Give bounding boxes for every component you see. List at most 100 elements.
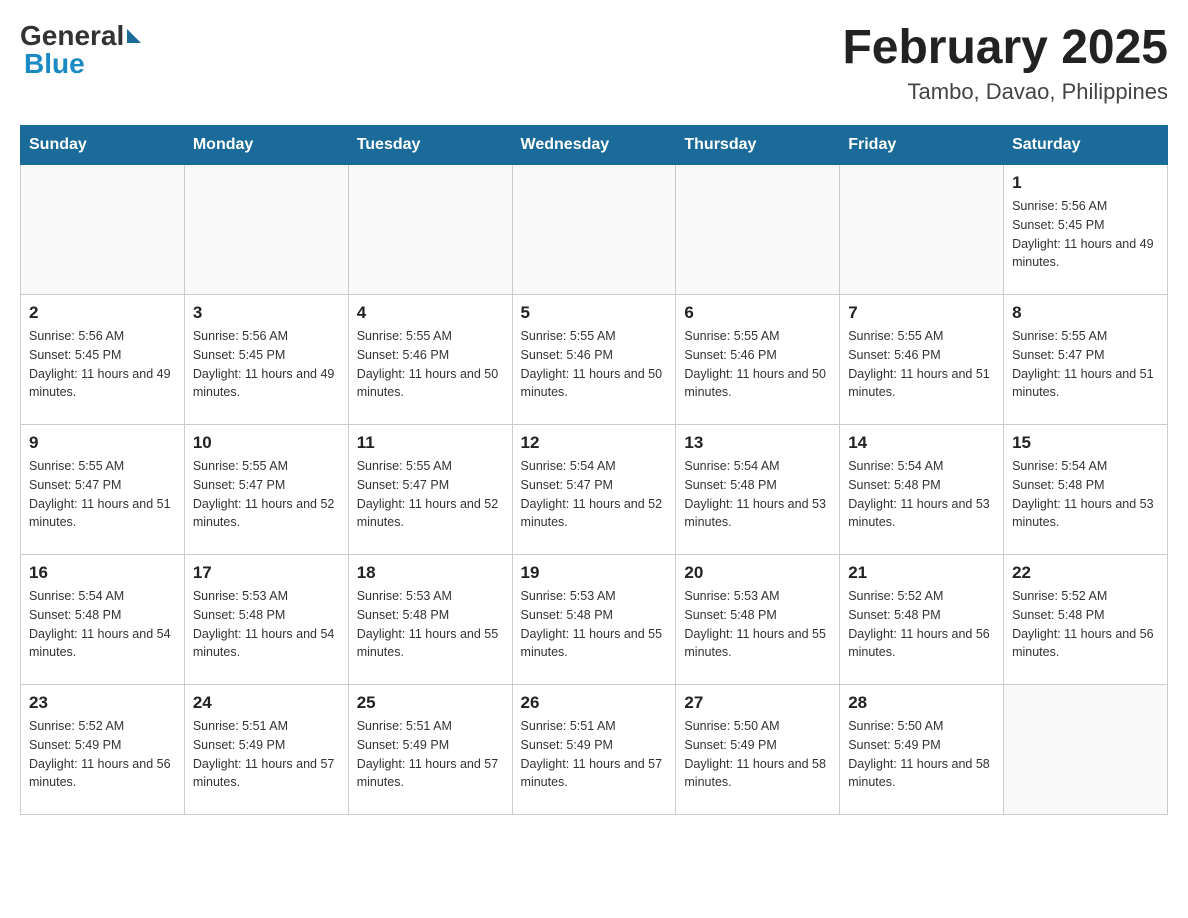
- day-info: Sunrise: 5:55 AM Sunset: 5:46 PM Dayligh…: [848, 327, 995, 402]
- calendar-week-row: 23 Sunrise: 5:52 AM Sunset: 5:49 PM Dayli…: [21, 685, 1168, 815]
- calendar-cell: 23 Sunrise: 5:52 AM Sunset: 5:49 PM Dayli…: [21, 685, 185, 815]
- logo-blue-text: Blue: [20, 48, 85, 80]
- calendar-cell: [512, 165, 676, 295]
- calendar-cell: 9 Sunrise: 5:55 AM Sunset: 5:47 PM Daylig…: [21, 425, 185, 555]
- day-info: Sunrise: 5:53 AM Sunset: 5:48 PM Dayligh…: [684, 587, 831, 662]
- calendar-cell: [676, 165, 840, 295]
- day-number: 26: [521, 693, 668, 713]
- page-header: General Blue February 2025 Tambo, Davao,…: [20, 20, 1168, 105]
- day-info: Sunrise: 5:55 AM Sunset: 5:46 PM Dayligh…: [357, 327, 504, 402]
- day-info: Sunrise: 5:55 AM Sunset: 5:47 PM Dayligh…: [29, 457, 176, 532]
- day-info: Sunrise: 5:55 AM Sunset: 5:47 PM Dayligh…: [357, 457, 504, 532]
- day-number: 9: [29, 433, 176, 453]
- logo: General Blue: [20, 20, 141, 80]
- day-number: 17: [193, 563, 340, 583]
- day-info: Sunrise: 5:53 AM Sunset: 5:48 PM Dayligh…: [357, 587, 504, 662]
- day-number: 22: [1012, 563, 1159, 583]
- day-number: 24: [193, 693, 340, 713]
- day-info: Sunrise: 5:51 AM Sunset: 5:49 PM Dayligh…: [193, 717, 340, 792]
- header-sunday: Sunday: [21, 126, 185, 165]
- calendar-cell: 3 Sunrise: 5:56 AM Sunset: 5:45 PM Daylig…: [184, 295, 348, 425]
- day-info: Sunrise: 5:55 AM Sunset: 5:47 PM Dayligh…: [1012, 327, 1159, 402]
- day-number: 11: [357, 433, 504, 453]
- calendar-week-row: 16Sunrise: 5:54 AM Sunset: 5:48 PM Dayli…: [21, 555, 1168, 685]
- day-info: Sunrise: 5:54 AM Sunset: 5:48 PM Dayligh…: [29, 587, 176, 662]
- day-info: Sunrise: 5:51 AM Sunset: 5:49 PM Dayligh…: [521, 717, 668, 792]
- header-monday: Monday: [184, 126, 348, 165]
- day-info: Sunrise: 5:52 AM Sunset: 5:49 PM Dayligh…: [29, 717, 176, 792]
- calendar-cell: 19Sunrise: 5:53 AM Sunset: 5:48 PM Dayli…: [512, 555, 676, 685]
- calendar-cell: 20 Sunrise: 5:53 AM Sunset: 5:48 PM Dayli…: [676, 555, 840, 685]
- day-info: Sunrise: 5:53 AM Sunset: 5:48 PM Dayligh…: [521, 587, 668, 662]
- calendar-week-row: 1 Sunrise: 5:56 AM Sunset: 5:45 PM Daylig…: [21, 165, 1168, 295]
- calendar-cell: [1004, 685, 1168, 815]
- calendar-cell: 25 Sunrise: 5:51 AM Sunset: 5:49 PM Dayli…: [348, 685, 512, 815]
- weekday-header-row: Sunday Monday Tuesday Wednesday Thursday…: [21, 126, 1168, 165]
- day-info: Sunrise: 5:50 AM Sunset: 5:49 PM Dayligh…: [684, 717, 831, 792]
- day-info: Sunrise: 5:55 AM Sunset: 5:46 PM Dayligh…: [521, 327, 668, 402]
- day-number: 1: [1012, 173, 1159, 193]
- day-number: 5: [521, 303, 668, 323]
- day-info: Sunrise: 5:55 AM Sunset: 5:46 PM Dayligh…: [684, 327, 831, 402]
- day-number: 18: [357, 563, 504, 583]
- calendar-cell: 11 Sunrise: 5:55 AM Sunset: 5:47 PM Dayli…: [348, 425, 512, 555]
- day-number: 6: [684, 303, 831, 323]
- day-number: 27: [684, 693, 831, 713]
- header-thursday: Thursday: [676, 126, 840, 165]
- day-info: Sunrise: 5:54 AM Sunset: 5:48 PM Dayligh…: [1012, 457, 1159, 532]
- day-info: Sunrise: 5:53 AM Sunset: 5:48 PM Dayligh…: [193, 587, 340, 662]
- day-number: 28: [848, 693, 995, 713]
- day-number: 7: [848, 303, 995, 323]
- calendar-cell: 1 Sunrise: 5:56 AM Sunset: 5:45 PM Daylig…: [1004, 165, 1168, 295]
- calendar-cell: 26 Sunrise: 5:51 AM Sunset: 5:49 PM Dayli…: [512, 685, 676, 815]
- calendar-cell: 28 Sunrise: 5:50 AM Sunset: 5:49 PM Dayli…: [840, 685, 1004, 815]
- day-number: 15: [1012, 433, 1159, 453]
- calendar-cell: 18 Sunrise: 5:53 AM Sunset: 5:48 PM Dayli…: [348, 555, 512, 685]
- calendar-cell: 8 Sunrise: 5:55 AM Sunset: 5:47 PM Daylig…: [1004, 295, 1168, 425]
- day-info: Sunrise: 5:56 AM Sunset: 5:45 PM Dayligh…: [1012, 197, 1159, 272]
- day-info: Sunrise: 5:54 AM Sunset: 5:48 PM Dayligh…: [684, 457, 831, 532]
- calendar-cell: 10 Sunrise: 5:55 AM Sunset: 5:47 PM Dayli…: [184, 425, 348, 555]
- day-info: Sunrise: 5:50 AM Sunset: 5:49 PM Dayligh…: [848, 717, 995, 792]
- day-info: Sunrise: 5:54 AM Sunset: 5:47 PM Dayligh…: [521, 457, 668, 532]
- day-info: Sunrise: 5:56 AM Sunset: 5:45 PM Dayligh…: [193, 327, 340, 402]
- header-wednesday: Wednesday: [512, 126, 676, 165]
- calendar-cell: [840, 165, 1004, 295]
- day-number: 13: [684, 433, 831, 453]
- day-number: 3: [193, 303, 340, 323]
- day-number: 10: [193, 433, 340, 453]
- calendar-cell: 5 Sunrise: 5:55 AM Sunset: 5:46 PM Daylig…: [512, 295, 676, 425]
- calendar-cell: 4Sunrise: 5:55 AM Sunset: 5:46 PM Daylig…: [348, 295, 512, 425]
- day-number: 25: [357, 693, 504, 713]
- calendar-week-row: 2 Sunrise: 5:56 AM Sunset: 5:45 PM Daylig…: [21, 295, 1168, 425]
- logo-triangle-icon: [127, 29, 141, 43]
- calendar-table: Sunday Monday Tuesday Wednesday Thursday…: [20, 125, 1168, 815]
- day-number: 21: [848, 563, 995, 583]
- day-info: Sunrise: 5:51 AM Sunset: 5:49 PM Dayligh…: [357, 717, 504, 792]
- day-number: 2: [29, 303, 176, 323]
- calendar-week-row: 9 Sunrise: 5:55 AM Sunset: 5:47 PM Daylig…: [21, 425, 1168, 555]
- month-title: February 2025: [842, 20, 1168, 75]
- calendar-cell: 12Sunrise: 5:54 AM Sunset: 5:47 PM Dayli…: [512, 425, 676, 555]
- calendar-cell: 27 Sunrise: 5:50 AM Sunset: 5:49 PM Dayli…: [676, 685, 840, 815]
- header-saturday: Saturday: [1004, 126, 1168, 165]
- day-info: Sunrise: 5:54 AM Sunset: 5:48 PM Dayligh…: [848, 457, 995, 532]
- calendar-cell: [348, 165, 512, 295]
- day-number: 14: [848, 433, 995, 453]
- header-tuesday: Tuesday: [348, 126, 512, 165]
- calendar-cell: 22 Sunrise: 5:52 AM Sunset: 5:48 PM Dayli…: [1004, 555, 1168, 685]
- day-number: 20: [684, 563, 831, 583]
- calendar-cell: 15 Sunrise: 5:54 AM Sunset: 5:48 PM Dayli…: [1004, 425, 1168, 555]
- calendar-cell: 24 Sunrise: 5:51 AM Sunset: 5:49 PM Dayli…: [184, 685, 348, 815]
- title-area: February 2025 Tambo, Davao, Philippines: [842, 20, 1168, 105]
- calendar-cell: 2Sunrise: 5:56 AM Sunset: 5:45 PM Daylig…: [21, 295, 185, 425]
- header-friday: Friday: [840, 126, 1004, 165]
- calendar-cell: 14 Sunrise: 5:54 AM Sunset: 5:48 PM Dayli…: [840, 425, 1004, 555]
- location-title: Tambo, Davao, Philippines: [842, 79, 1168, 105]
- day-number: 8: [1012, 303, 1159, 323]
- day-info: Sunrise: 5:55 AM Sunset: 5:47 PM Dayligh…: [193, 457, 340, 532]
- day-info: Sunrise: 5:52 AM Sunset: 5:48 PM Dayligh…: [1012, 587, 1159, 662]
- day-number: 23: [29, 693, 176, 713]
- calendar-cell: 7 Sunrise: 5:55 AM Sunset: 5:46 PM Daylig…: [840, 295, 1004, 425]
- calendar-cell: 17 Sunrise: 5:53 AM Sunset: 5:48 PM Dayli…: [184, 555, 348, 685]
